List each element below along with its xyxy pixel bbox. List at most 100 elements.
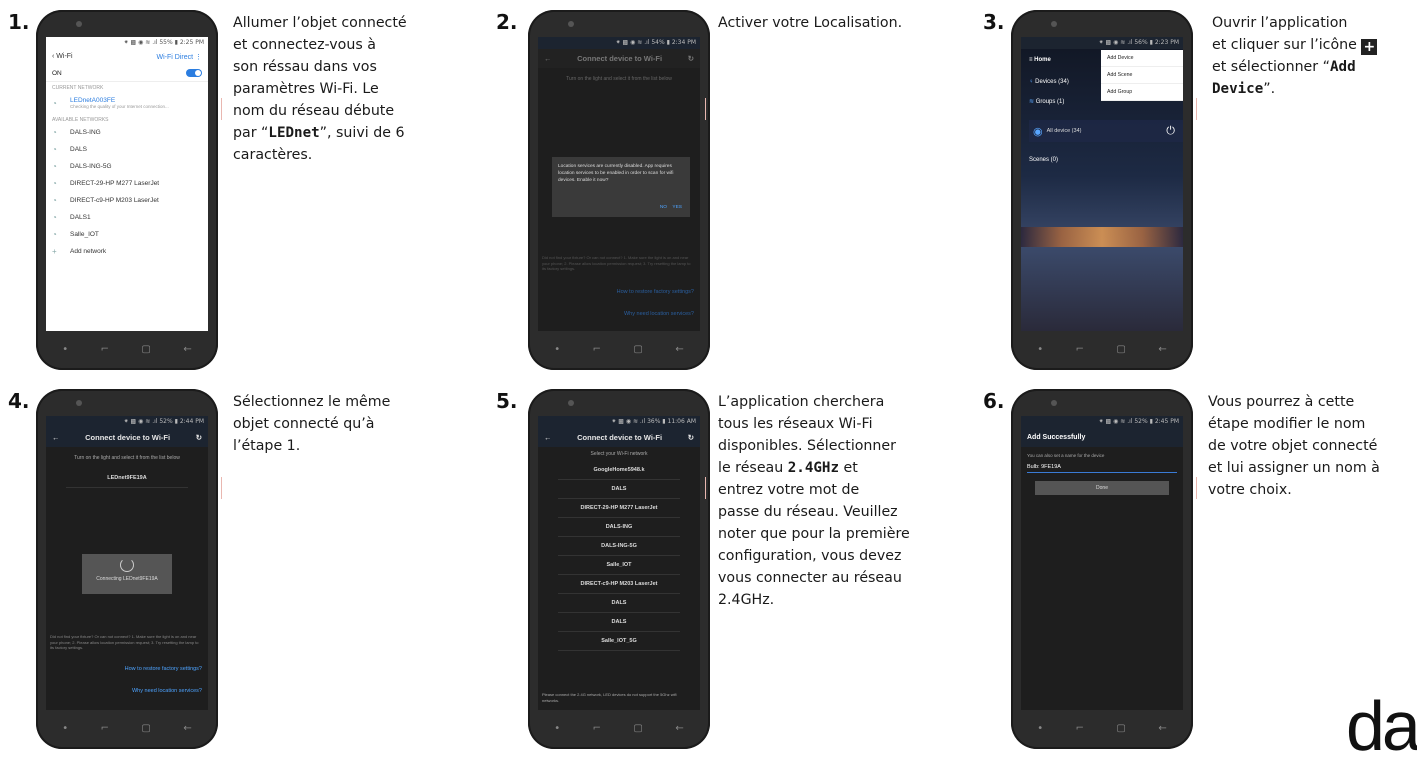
network-name: LEDnetA003FE	[70, 97, 116, 104]
menu-add-group[interactable]: Add Group	[1101, 84, 1183, 101]
nav-home-icon[interactable]: ▢	[633, 344, 642, 355]
network-name: DALS-ING-5G	[70, 163, 112, 170]
step-4-text: Sélectionnez le même objet connecté qu’à…	[233, 391, 453, 457]
nav-dot-icon[interactable]: •	[1037, 723, 1043, 734]
nav-back-icon[interactable]: ←	[675, 344, 683, 355]
nav-recent-icon[interactable]: ⌐	[1076, 344, 1084, 355]
add-network[interactable]: + Add network	[46, 243, 208, 260]
nav-recent-icon[interactable]: ⌐	[593, 723, 601, 734]
nav-back-icon[interactable]: ←	[1158, 723, 1166, 734]
back-icon[interactable]: ←	[544, 54, 552, 63]
back-icon[interactable]: ←	[52, 433, 60, 442]
plus-icon: +	[1361, 39, 1378, 55]
wifi-icon: ◔	[52, 128, 57, 137]
text-line: objet connecté qu’à	[233, 416, 375, 432]
wifi-icon: ◔	[52, 179, 57, 188]
nav-home-icon[interactable]: ▢	[1116, 344, 1125, 355]
text-line: étape modifier le nom	[1208, 416, 1366, 432]
wifi-toggle[interactable]	[186, 69, 202, 77]
yes-button[interactable]: YES	[672, 205, 682, 210]
network-status: Checking the quality of your Internet co…	[70, 104, 169, 109]
network-item[interactable]: ◔ Salle_IOT	[46, 226, 208, 243]
dals-logo: dals	[1346, 687, 1417, 759]
nav-home-icon[interactable]: ▢	[633, 723, 642, 734]
refresh-icon[interactable]: ↻	[688, 433, 694, 442]
location-link[interactable]: Why need location services?	[624, 311, 694, 317]
nav-recent-icon[interactable]: ⌐	[101, 723, 109, 734]
all-devices-card[interactable]: ◉ All device (34) ⏻	[1029, 120, 1183, 142]
network-item[interactable]: DALS	[558, 594, 680, 613]
done-button[interactable]: Done	[1035, 481, 1169, 495]
nav-back-icon[interactable]: ←	[1158, 344, 1166, 355]
network-item[interactable]: DALS	[558, 480, 680, 499]
refresh-icon[interactable]: ↻	[688, 54, 694, 63]
nav-dot-icon[interactable]: •	[1037, 344, 1043, 355]
nav-back-icon[interactable]: ←	[183, 344, 191, 355]
device-name-input[interactable]: Bulb: 9FE19A	[1027, 462, 1177, 473]
wifi-direct-link[interactable]: Wi-Fi Direct ⋮	[157, 53, 203, 61]
location-link[interactable]: Why need location services?	[132, 688, 202, 694]
nav-home-icon[interactable]: ▢	[141, 344, 150, 355]
divider-mark	[221, 98, 222, 120]
selected-network[interactable]: LEDnet9FE19A	[66, 469, 188, 488]
back-title[interactable]: ‹ Wi-Fi	[52, 53, 73, 61]
connecting-screen: ⁕ ▩ ◉ ≋ .ıl 52% ▮ 2:44 PM ← Connect devic…	[46, 416, 208, 710]
nav-dot-icon[interactable]: •	[554, 344, 560, 355]
scenes-item[interactable]: Scenes (0)	[1029, 157, 1058, 163]
network-item[interactable]: ◔ DALS-ING	[46, 124, 208, 141]
nav-recent-icon[interactable]: ⌐	[101, 344, 109, 355]
nav-recent-icon[interactable]: ⌐	[593, 344, 601, 355]
text-line: le réseau 2.4GHz et	[718, 460, 858, 476]
text-line: vous connecter au réseau	[718, 570, 902, 586]
network-name: DALS1	[70, 214, 91, 221]
current-network[interactable]: ◔ LEDnetA003FE Checking the quality of you…	[46, 92, 208, 114]
network-item[interactable]: Salle_IOT	[558, 556, 680, 575]
network-item[interactable]: DALS-ING-5G	[558, 537, 680, 556]
screen-title: Connect device to Wi-Fi	[85, 433, 171, 442]
divider-mark	[1196, 98, 1197, 120]
back-icon[interactable]: ←	[544, 433, 552, 442]
nav-dot-icon[interactable]: •	[554, 723, 560, 734]
text-line: son réssau dans vos	[233, 59, 377, 75]
step-6-text: Vous pourrez à cette étape modifier le n…	[1208, 391, 1408, 501]
refresh-icon[interactable]: ↻	[196, 433, 202, 442]
nav-recent-icon[interactable]: ⌐	[1076, 723, 1084, 734]
network-item[interactable]: ◔ DALS-ING-5G	[46, 158, 208, 175]
network-item[interactable]: DALS	[558, 613, 680, 632]
restore-link[interactable]: How to restore factory settings?	[125, 666, 202, 672]
android-navbar: • ⌐ ▢ ←	[538, 338, 700, 360]
menu-add-scene[interactable]: Add Scene	[1101, 67, 1183, 84]
camera-icon	[1051, 21, 1057, 27]
network-item[interactable]: DIRECT-29-HP M277 LaserJet	[558, 499, 680, 518]
home-title[interactable]: ≡ Home	[1029, 57, 1051, 63]
network-item[interactable]: DALS-ING	[558, 518, 680, 537]
nav-back-icon[interactable]: ←	[183, 723, 191, 734]
wifi-icon: ≋	[1029, 99, 1035, 105]
nav-home-icon[interactable]: ▢	[1116, 723, 1125, 734]
camera-icon	[76, 400, 82, 406]
network-item[interactable]: Salle_IOT_5G	[558, 632, 680, 651]
divider-mark	[705, 98, 706, 120]
divider-mark	[1196, 477, 1197, 499]
camera-icon	[568, 21, 574, 27]
nav-dot-icon[interactable]: •	[62, 344, 68, 355]
network-item[interactable]: GoogleHome5948.k	[558, 461, 680, 480]
groups-item[interactable]: ≋ Groups (1)	[1029, 98, 1064, 105]
network-item[interactable]: ◔ DIRECT-29-HP M277 LaserJet	[46, 175, 208, 192]
network-item[interactable]: DIRECT-c9-HP M203 LaserJet	[558, 575, 680, 594]
help-text: Did not find your fixture? Or can not co…	[50, 634, 199, 650]
restore-link[interactable]: How to restore factory settings?	[617, 289, 694, 295]
text-line: paramètres Wi-Fi. Le	[233, 81, 379, 97]
no-button[interactable]: NO	[660, 205, 667, 210]
network-item[interactable]: ◔ DIRECT-c9-HP M203 LaserJet	[46, 192, 208, 209]
network-item[interactable]: ◔ DALS	[46, 141, 208, 158]
menu-add-device[interactable]: Add Device	[1101, 50, 1183, 67]
power-icon[interactable]: ⏻	[1166, 125, 1175, 138]
nav-back-icon[interactable]: ←	[675, 723, 683, 734]
nav-home-icon[interactable]: ▢	[141, 723, 150, 734]
text-line: passe du réseau. Veuillez	[718, 504, 898, 520]
network-item[interactable]: ◔ DALS1	[46, 209, 208, 226]
devices-item[interactable]: ♀ Devices (34)	[1029, 79, 1069, 85]
nav-dot-icon[interactable]: •	[62, 723, 68, 734]
location-dialog-screen: ⁕ ▩ ◉ ≋ .ıl 54% ▮ 2:34 PM ← Connect devic…	[538, 37, 700, 331]
